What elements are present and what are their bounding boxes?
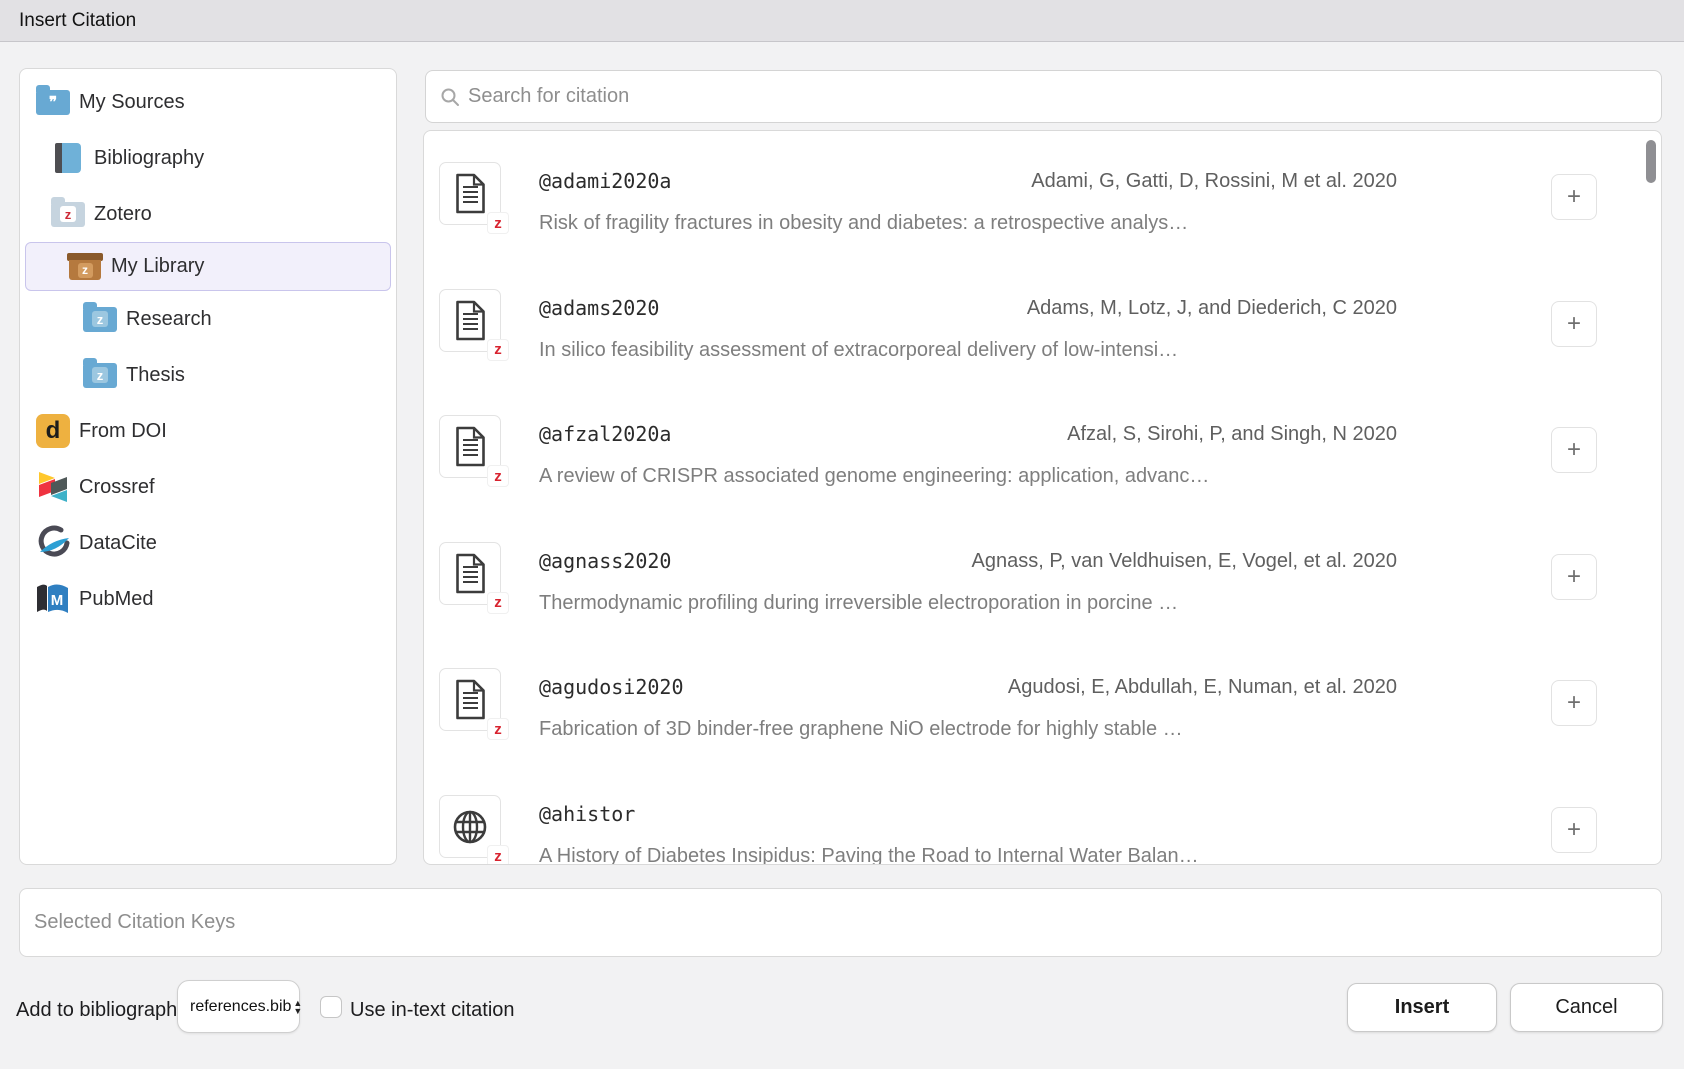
citation-authors: Adams, M, Lotz, J, and Diederich, C 2020 <box>1027 295 1397 321</box>
citation-title: In silico feasibility assessment of extr… <box>539 337 1178 363</box>
document-icon <box>454 679 487 720</box>
search-input[interactable] <box>468 85 1661 108</box>
document-icon <box>454 173 487 214</box>
zotero-badge-icon: z <box>488 340 508 360</box>
citation-title: Fabrication of 3D binder-free graphene N… <box>539 716 1183 742</box>
citation-row[interactable]: z @ahistor A History of Diabetes Insipid… <box>439 795 1646 858</box>
document-icon <box>454 173 487 214</box>
cancel-button[interactable]: Cancel <box>1510 983 1663 1032</box>
pubmed-icon: M <box>34 584 72 615</box>
zotero-badge-icon: z <box>488 213 508 233</box>
use-in-text-citation-checkbox[interactable] <box>320 996 342 1018</box>
citation-authors: Agudosi, E, Abdullah, E, Numan, et al. 2… <box>1008 674 1397 700</box>
citation-authors: Afzal, S, Sirohi, P, and Singh, N 2020 <box>1067 421 1397 447</box>
zotero-badge-icon: z <box>488 466 508 486</box>
sidebar-item-zotero[interactable]: z Zotero <box>20 186 396 242</box>
citation-authors: Agnass, P, van Veldhuisen, E, Vogel, et … <box>972 548 1398 574</box>
citation-key: @adams2020 <box>539 295 659 321</box>
citation-list: z @adami2020a Adami, G, Gatti, D, Rossin… <box>423 130 1662 865</box>
add-citation-button[interactable]: + <box>1551 427 1597 473</box>
citation-key: @adami2020a <box>539 168 671 194</box>
doi-icon: d <box>34 414 72 448</box>
citation-title: Risk of fragility fractures in obesity a… <box>539 210 1188 236</box>
add-citation-button[interactable]: + <box>1551 680 1597 726</box>
add-citation-button[interactable]: + <box>1551 174 1597 220</box>
document-icon <box>454 553 487 594</box>
sources-folder-icon: ❞ <box>34 90 72 115</box>
crossref-icon <box>34 471 72 503</box>
document-icon <box>454 300 487 341</box>
document-icon <box>454 679 487 720</box>
use-in-text-citation-label: Use in-text citation <box>350 999 515 1022</box>
selected-citation-keys-input[interactable] <box>19 888 1662 957</box>
bibliography-file-value: references.bib <box>190 998 291 1016</box>
scrollbar-thumb[interactable] <box>1646 140 1656 183</box>
sidebar-item-my-sources[interactable]: ❞ My Sources <box>20 74 396 130</box>
citation-title: A review of CRISPR associated genome eng… <box>539 463 1209 489</box>
sidebar-item-research[interactable]: z Research <box>20 291 396 347</box>
bibliography-book-icon <box>49 143 87 173</box>
zotero-badge-icon: z <box>488 593 508 613</box>
sidebar-item-my-library[interactable]: z My Library <box>25 242 391 291</box>
sidebar-item-datacite[interactable]: DataCite <box>20 515 396 571</box>
insert-button[interactable]: Insert <box>1347 983 1497 1032</box>
globe-icon <box>450 807 490 847</box>
sidebar-item-thesis[interactable]: z Thesis <box>20 347 396 403</box>
citation-key: @afzal2020a <box>539 421 671 447</box>
svg-text:M: M <box>51 592 64 609</box>
bibliography-file-select[interactable]: references.bib ▲▼ <box>177 980 300 1033</box>
citation-row[interactable]: z @afzal2020a Afzal, S, Sirohi, P, and S… <box>439 415 1646 478</box>
add-citation-button[interactable]: + <box>1551 807 1597 853</box>
search-icon <box>440 87 460 107</box>
citation-key: @agudosi2020 <box>539 674 684 700</box>
document-icon <box>454 553 487 594</box>
citation-authors: Adami, G, Gatti, D, Rossini, M et al. 20… <box>1031 168 1397 194</box>
sidebar-item-pubmed[interactable]: M PubMed <box>20 571 396 627</box>
folder-z-icon: z <box>81 307 119 332</box>
citation-key: @ahistor <box>539 801 635 827</box>
globe-icon <box>450 807 490 847</box>
document-icon <box>454 426 487 467</box>
citation-search-box <box>425 70 1662 123</box>
sources-sidebar: ❞ My Sources Bibliography z Zotero z My … <box>19 68 397 865</box>
citation-key: @agnass2020 <box>539 548 671 574</box>
sidebar-item-crossref[interactable]: Crossref <box>20 459 396 515</box>
citation-title: A History of Diabetes Insipidus: Paving … <box>539 843 1199 865</box>
library-box-icon: z <box>66 253 104 280</box>
dialog-titlebar: Insert Citation <box>0 0 1684 42</box>
add-citation-button[interactable]: + <box>1551 554 1597 600</box>
add-to-bibliography-label: Add to bibliography: <box>16 999 193 1022</box>
citation-row[interactable]: z @adams2020 Adams, M, Lotz, J, and Died… <box>439 289 1646 352</box>
datacite-icon <box>34 525 72 561</box>
dialog-title: Insert Citation <box>19 10 136 32</box>
citation-row[interactable]: z @agnass2020 Agnass, P, van Veldhuisen,… <box>439 542 1646 605</box>
document-icon <box>454 426 487 467</box>
zotero-folder-icon: z <box>49 202 87 227</box>
folder-z-icon: z <box>81 363 119 388</box>
select-arrows-icon: ▲▼ <box>293 999 302 1015</box>
citation-row[interactable]: z @adami2020a Adami, G, Gatti, D, Rossin… <box>439 162 1646 225</box>
sidebar-item-from-doi[interactable]: d From DOI <box>20 403 396 459</box>
document-icon <box>454 300 487 341</box>
zotero-badge-icon: z <box>488 846 508 865</box>
citation-row[interactable]: z @agudosi2020 Agudosi, E, Abdullah, E, … <box>439 668 1646 731</box>
add-citation-button[interactable]: + <box>1551 301 1597 347</box>
citation-title: Thermodynamic profiling during irreversi… <box>539 590 1178 616</box>
sidebar-item-bibliography[interactable]: Bibliography <box>20 130 396 186</box>
zotero-badge-icon: z <box>488 719 508 739</box>
